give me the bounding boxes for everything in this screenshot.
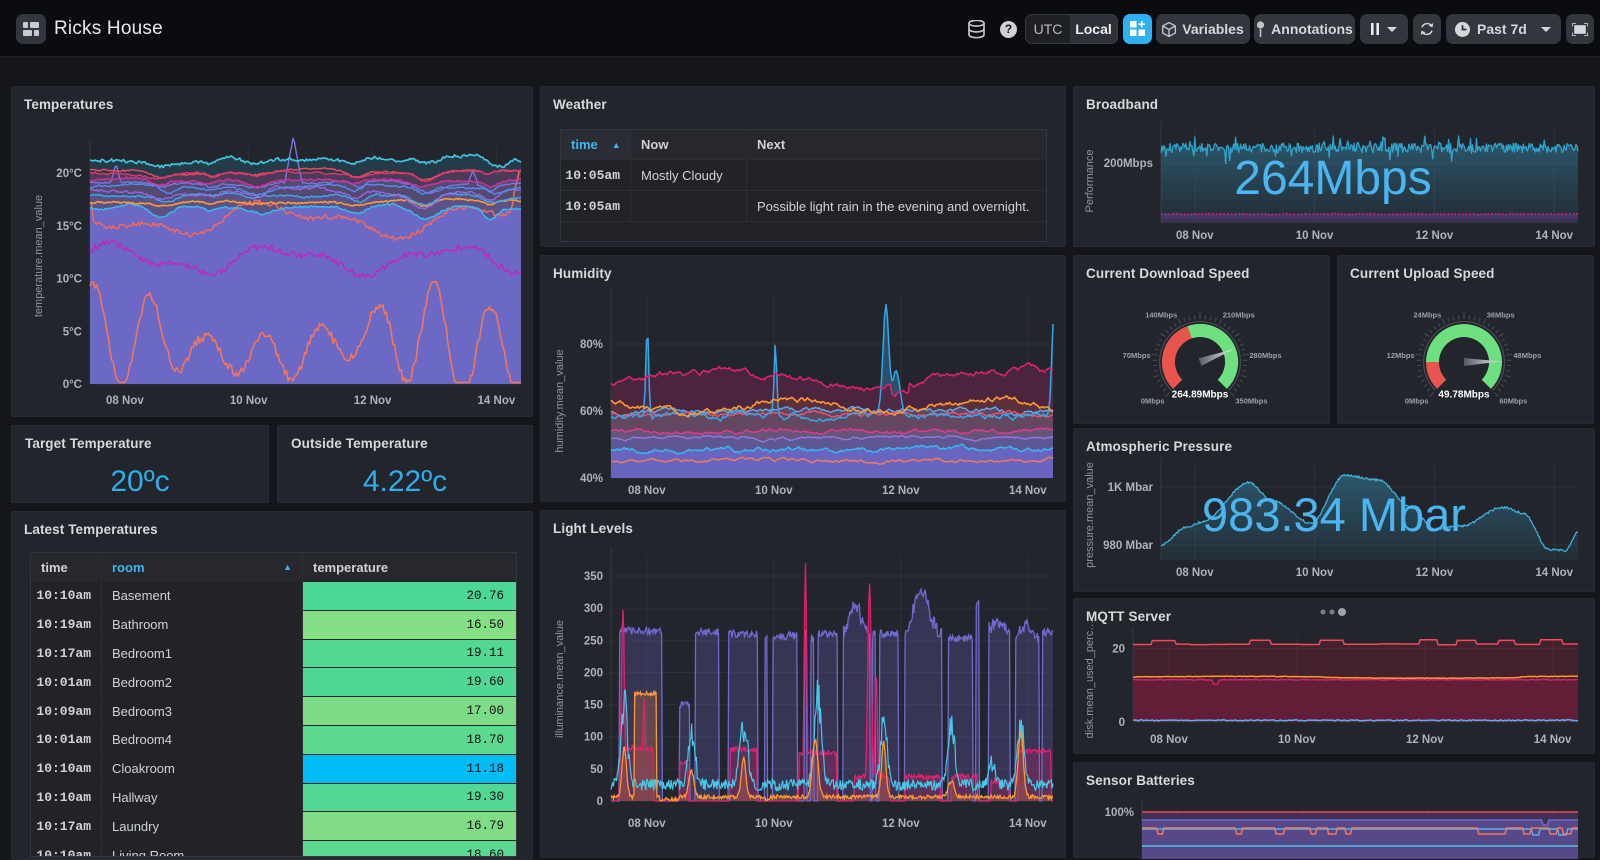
svg-text:12 Nov: 12 Nov (882, 485, 920, 497)
svg-text:264.89Mbps: 264.89Mbps (1172, 390, 1229, 401)
svg-text:983.34 Mbar: 983.34 Mbar (1202, 488, 1466, 541)
svg-text:10 Nov: 10 Nov (1296, 230, 1334, 242)
svg-text:100: 100 (584, 732, 603, 744)
svg-text:140Mbps: 140Mbps (1145, 310, 1177, 319)
svg-text:10 Nov: 10 Nov (1296, 567, 1334, 579)
svg-text:14 Nov: 14 Nov (1009, 485, 1047, 497)
svg-text:12 Nov: 12 Nov (1416, 567, 1454, 579)
svg-text:15°C: 15°C (56, 221, 82, 233)
svg-text:264Mbps: 264Mbps (1234, 152, 1431, 205)
svg-text:12 Nov: 12 Nov (882, 818, 920, 830)
svg-text:10 Nov: 10 Nov (755, 818, 793, 830)
svg-text:50: 50 (590, 764, 603, 776)
svg-text:12 Nov: 12 Nov (1416, 230, 1454, 242)
svg-text:40%: 40% (580, 473, 603, 485)
svg-text:350Mbps: 350Mbps (1235, 396, 1267, 405)
svg-text:350: 350 (584, 571, 603, 583)
svg-text:280Mbps: 280Mbps (1249, 351, 1281, 360)
svg-text:14 Nov: 14 Nov (1534, 734, 1572, 746)
svg-text:70Mbps: 70Mbps (1123, 351, 1151, 360)
svg-text:150: 150 (584, 700, 603, 712)
svg-text:980 Mbar: 980 Mbar (1103, 540, 1153, 552)
svg-text:14 Nov: 14 Nov (478, 395, 516, 407)
svg-text:08 Nov: 08 Nov (1176, 567, 1214, 579)
svg-text:0°C: 0°C (63, 379, 82, 391)
svg-text:14 Nov: 14 Nov (1535, 230, 1573, 242)
svg-text:12 Nov: 12 Nov (1406, 734, 1444, 746)
svg-text:250: 250 (584, 635, 603, 647)
svg-text:60%: 60% (580, 406, 603, 418)
svg-text:0Mbps: 0Mbps (1405, 396, 1429, 405)
svg-text:210Mbps: 210Mbps (1223, 310, 1255, 319)
svg-text:20°C: 20°C (56, 168, 82, 180)
svg-text:0: 0 (597, 796, 603, 808)
svg-text:12 Nov: 12 Nov (354, 395, 392, 407)
svg-text:0: 0 (1119, 717, 1125, 729)
svg-text:08 Nov: 08 Nov (1150, 734, 1188, 746)
svg-text:60Mbps: 60Mbps (1499, 396, 1527, 405)
svg-text:49.78Mbps: 49.78Mbps (1438, 390, 1490, 401)
svg-text:08 Nov: 08 Nov (628, 818, 666, 830)
svg-text:14 Nov: 14 Nov (1009, 818, 1047, 830)
svg-text:24Mbps: 24Mbps (1413, 310, 1441, 319)
svg-text:10 Nov: 10 Nov (1278, 734, 1316, 746)
svg-text:80%: 80% (580, 339, 603, 351)
svg-text:5°C: 5°C (63, 326, 82, 338)
svg-text:100%: 100% (1105, 807, 1134, 819)
svg-text:08 Nov: 08 Nov (628, 485, 666, 497)
svg-text:200: 200 (584, 667, 603, 679)
svg-text:48Mbps: 48Mbps (1513, 351, 1541, 360)
svg-text:10 Nov: 10 Nov (230, 395, 268, 407)
svg-text:14 Nov: 14 Nov (1535, 567, 1573, 579)
svg-text:300: 300 (584, 603, 603, 615)
svg-text:36Mbps: 36Mbps (1487, 310, 1515, 319)
svg-text:10°C: 10°C (56, 274, 82, 286)
svg-text:0Mbps: 0Mbps (1141, 396, 1165, 405)
svg-text:08 Nov: 08 Nov (106, 395, 144, 407)
svg-text:08 Nov: 08 Nov (1176, 230, 1214, 242)
svg-text:10 Nov: 10 Nov (755, 485, 793, 497)
svg-text:1K Mbar: 1K Mbar (1108, 482, 1154, 494)
svg-text:200Mbps: 200Mbps (1104, 158, 1153, 170)
svg-text:20: 20 (1112, 644, 1125, 656)
svg-text:12Mbps: 12Mbps (1387, 351, 1415, 360)
